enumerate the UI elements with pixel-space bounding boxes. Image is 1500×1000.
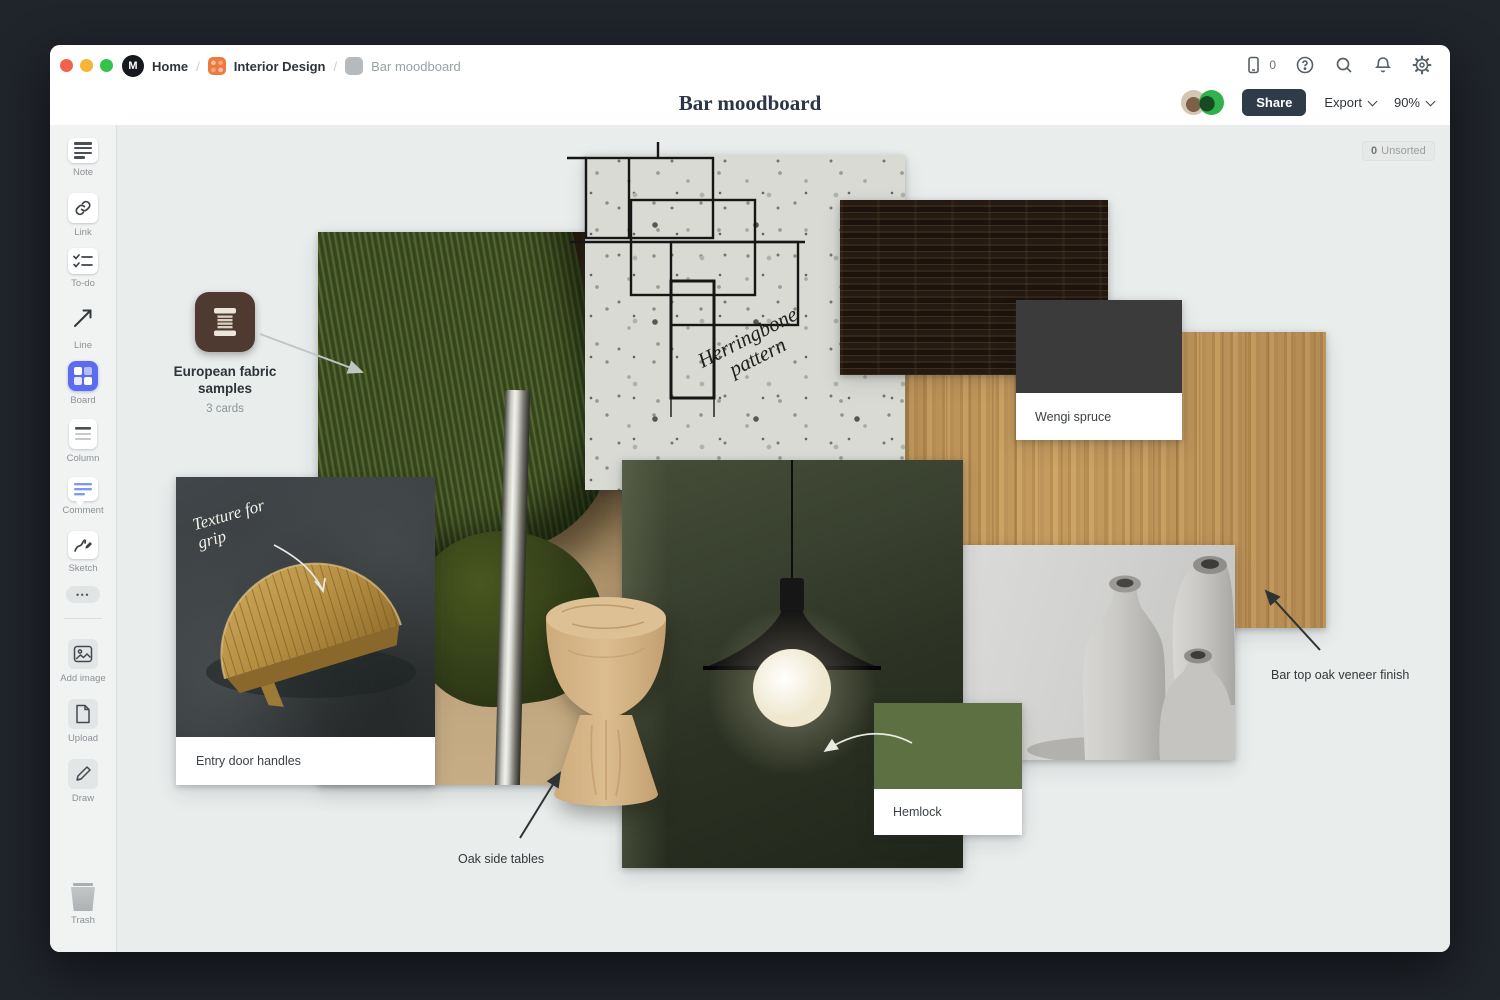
stool-illustration	[522, 590, 692, 808]
bar-top-annotation[interactable]: Bar top oak veneer finish	[1271, 668, 1409, 682]
project-icon[interactable]	[208, 57, 226, 75]
settings-gear-icon[interactable]	[1412, 55, 1432, 75]
board-icon	[345, 57, 363, 75]
breadcrumb: M Home / Interior Design / Bar moodboard	[122, 55, 461, 77]
tool-more[interactable]: •••	[50, 586, 116, 603]
help-icon[interactable]	[1295, 55, 1315, 75]
note-icon	[68, 138, 98, 163]
share-button[interactable]: Share	[1242, 89, 1306, 116]
more-options-icon: •••	[66, 586, 100, 603]
wengi-spruce-color-card[interactable]: Wengi spruce	[1016, 300, 1182, 440]
chevron-down-icon	[1426, 96, 1436, 106]
oak-side-tables-annotation[interactable]: Oak side tables	[458, 852, 544, 866]
oak-stool-image[interactable]	[522, 590, 692, 808]
app-logo-icon[interactable]: M	[122, 55, 144, 77]
tool-todo[interactable]: To-do	[50, 248, 116, 289]
todo-icon	[68, 248, 98, 274]
header: M Home / Interior Design / Bar moodboard…	[50, 45, 1450, 125]
tool-trash[interactable]: Trash	[50, 883, 116, 926]
hemlock-color-card[interactable]: Hemlock	[874, 703, 1022, 835]
zoom-level-menu[interactable]: 90%	[1394, 95, 1434, 110]
card-caption: Entry door handles	[176, 737, 435, 785]
draw-pencil-icon	[68, 759, 98, 789]
tool-sketch[interactable]: Sketch	[50, 531, 116, 574]
tool-column[interactable]: Column	[50, 419, 116, 464]
upload-file-icon	[68, 699, 98, 729]
tool-upload[interactable]: Upload	[50, 699, 116, 744]
chevron-down-icon	[1368, 96, 1378, 106]
unsorted-badge[interactable]: 0Unsorted	[1362, 141, 1435, 161]
tool-comment[interactable]: Comment	[50, 477, 116, 516]
thread-spool-icon	[195, 292, 255, 352]
app-window: M Home / Interior Design / Bar moodboard…	[50, 45, 1450, 952]
collaborator-avatars[interactable]	[1181, 90, 1224, 115]
mobile-device-icon[interactable]	[1243, 55, 1263, 75]
link-icon	[68, 193, 98, 223]
brass-handle-image: Texture for grip	[176, 477, 435, 737]
breadcrumb-separator: /	[196, 59, 200, 74]
export-menu[interactable]: Export	[1324, 95, 1376, 110]
comment-icon	[68, 477, 98, 501]
wengi-spruce-swatch	[1016, 300, 1182, 393]
maximize-window-button[interactable]	[100, 59, 113, 72]
board-card-title: European fabric samples	[145, 364, 305, 398]
board-card-count: 3 cards	[206, 403, 244, 415]
hemlock-swatch	[874, 703, 1022, 789]
tool-draw[interactable]: Draw	[50, 759, 116, 804]
entry-door-handles-card[interactable]: Texture for grip Entry door handles	[176, 477, 435, 785]
tool-sidebar: Note Link To-do Line	[50, 125, 117, 952]
swatch-label: Wengi spruce	[1016, 393, 1182, 440]
breadcrumb-home[interactable]: Home	[152, 59, 188, 74]
tool-board[interactable]: Board	[50, 361, 116, 406]
breadcrumb-separator: /	[334, 59, 338, 74]
sketch-icon	[68, 531, 98, 559]
tool-line[interactable]: Line	[50, 305, 116, 351]
trash-icon	[70, 883, 96, 911]
tool-note[interactable]: Note	[50, 138, 116, 178]
notifications-bell-icon[interactable]	[1373, 55, 1393, 75]
column-icon	[69, 419, 97, 449]
close-window-button[interactable]	[60, 59, 73, 72]
tool-link[interactable]: Link	[50, 193, 116, 238]
swatch-label: Hemlock	[874, 789, 1022, 835]
search-icon[interactable]	[1334, 55, 1354, 75]
fabric-samples-board-card[interactable]: European fabric samples 3 cards	[145, 292, 305, 415]
minimize-window-button[interactable]	[80, 59, 93, 72]
line-arrow-icon	[70, 305, 96, 336]
breadcrumb-project[interactable]: Interior Design	[234, 59, 326, 74]
add-image-icon	[68, 639, 98, 669]
tool-add-image[interactable]: Add image	[50, 639, 116, 684]
breadcrumb-current: Bar moodboard	[371, 59, 461, 74]
board-tool-icon	[68, 361, 98, 391]
avatar[interactable]	[1199, 90, 1224, 115]
moodboard-canvas[interactable]: 0Unsorted Herringbone	[117, 125, 1450, 952]
device-count: 0	[1269, 58, 1276, 72]
toolbar-divider	[64, 618, 102, 619]
window-controls	[60, 59, 113, 72]
